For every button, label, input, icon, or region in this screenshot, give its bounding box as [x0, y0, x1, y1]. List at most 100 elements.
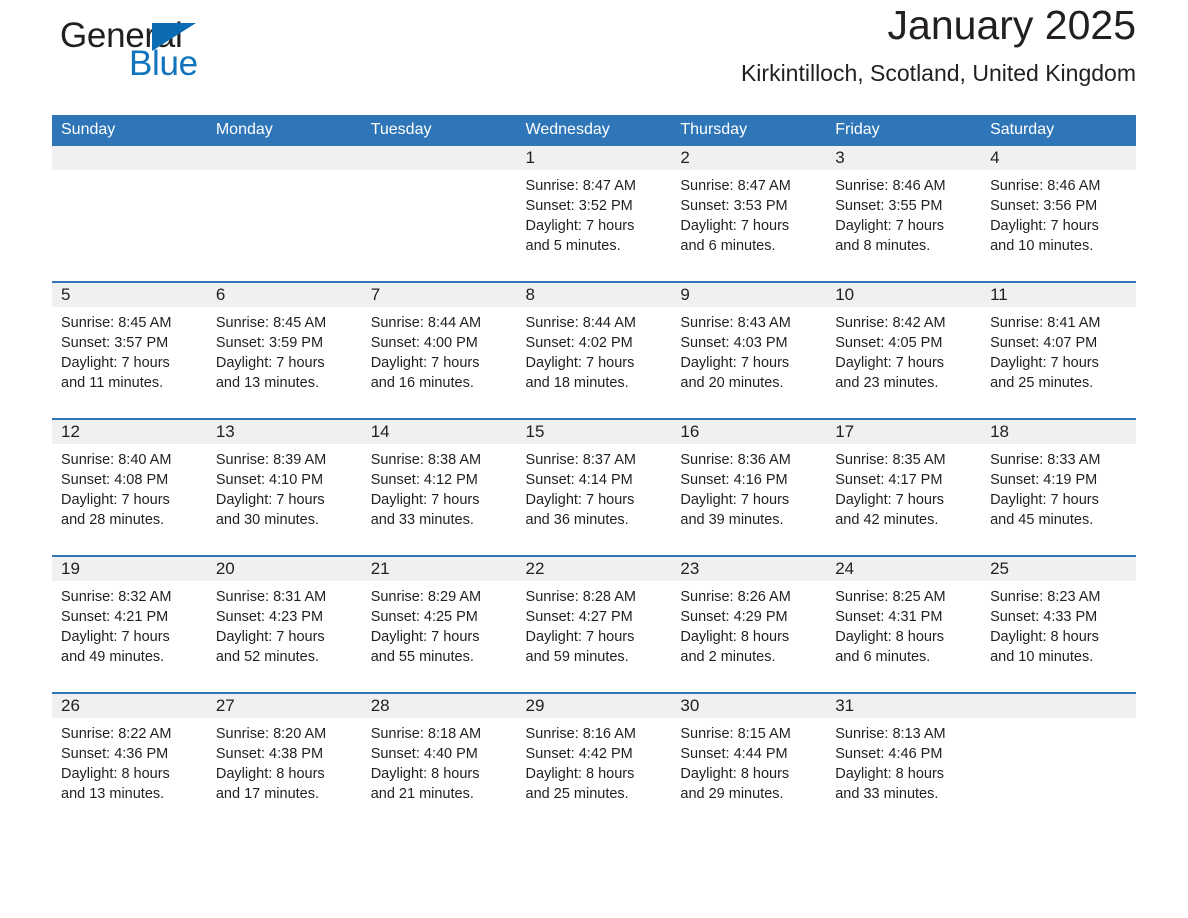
- calendar-day-cell[interactable]: 29 Sunrise: 8:16 AM Sunset: 4:42 PM Dayligh…: [516, 692, 672, 829]
- daylight-text: Daylight: 7 hours: [990, 218, 1099, 234]
- daylight-text: Daylight: 7 hours: [680, 355, 790, 371]
- calendar-day-cell[interactable]: 22 Sunrise: 8:28 AM Sunset: 4:27 PM Dayligh…: [516, 555, 672, 693]
- daylight-text: Daylight: 7 hours: [835, 492, 945, 508]
- calendar-day-cell[interactable]: 18 Sunrise: 8:33 AM Sunset: 4:19 PM Dayligh…: [981, 418, 1136, 556]
- calendar-day-cell[interactable]: 17 Sunrise: 8:35 AM Sunset: 4:17 PM Dayligh…: [826, 418, 982, 556]
- calendar-day-cell[interactable]: 13 Sunrise: 8:39 AM Sunset: 4:10 PM Dayligh…: [206, 418, 362, 556]
- day-number: [361, 146, 517, 170]
- calendar-day-cell[interactable]: 31 Sunrise: 8:13 AM Sunset: 4:46 PM Dayligh…: [826, 692, 982, 829]
- sunrise-text: Sunrise: 8:44 AM: [525, 315, 636, 331]
- calendar-cell-empty: [361, 146, 517, 282]
- calendar-day-cell[interactable]: 4 Sunrise: 8:46 AM Sunset: 3:56 PM Daylight…: [981, 146, 1136, 282]
- sunset-text: Sunset: 4:38 PM: [215, 746, 324, 762]
- sunrise-text: Sunrise: 8:45 AM: [215, 315, 327, 331]
- day-number: 27: [206, 694, 362, 718]
- sunrise-text: Sunrise: 8:31 AM: [215, 589, 327, 605]
- day-number: [52, 146, 207, 170]
- daylight-text: Daylight: 7 hours: [370, 629, 480, 645]
- calendar-day-cell[interactable]: 24 Sunrise: 8:25 AM Sunset: 4:31 PM Dayligh…: [826, 555, 982, 693]
- calendar-day-cell[interactable]: 23 Sunrise: 8:26 AM Sunset: 4:29 PM Dayligh…: [671, 555, 827, 693]
- day-details: Sunrise: 8:39 AM Sunset: 4:10 PM Daylight:…: [207, 444, 362, 530]
- sunrise-sunset-calendar: Sunday Monday Tuesday Wednesday Thursday…: [52, 115, 1136, 829]
- calendar-day-cell[interactable]: 30 Sunrise: 8:15 AM Sunset: 4:44 PM Dayligh…: [671, 692, 827, 829]
- daylight-text-cont: and 42 minutes.: [835, 512, 939, 528]
- calendar-day-cell[interactable]: 3 Sunrise: 8:46 AM Sunset: 3:55 PM Daylight…: [826, 146, 982, 282]
- day-details: Sunrise: 8:31 AM Sunset: 4:23 PM Daylight:…: [207, 581, 362, 667]
- calendar-day-cell[interactable]: 21 Sunrise: 8:29 AM Sunset: 4:25 PM Dayligh…: [361, 555, 517, 693]
- day-number: 4: [981, 146, 1136, 170]
- calendar-week-row: 5 Sunrise: 8:45 AM Sunset: 3:57 PM Daylight…: [52, 281, 1136, 419]
- page-title: January 2025: [887, 2, 1136, 48]
- day-details: Sunrise: 8:45 AM Sunset: 3:57 PM Daylight:…: [52, 307, 207, 393]
- daylight-text: Daylight: 8 hours: [61, 766, 170, 782]
- day-details: Sunrise: 8:46 AM Sunset: 3:55 PM Daylight:…: [826, 170, 981, 256]
- calendar-day-cell[interactable]: 8 Sunrise: 8:44 AM Sunset: 4:02 PM Daylight…: [516, 281, 672, 419]
- sunrise-text: Sunrise: 8:15 AM: [680, 726, 791, 742]
- calendar-day-cell[interactable]: 1 Sunrise: 8:47 AM Sunset: 3:52 PM Daylight…: [516, 146, 672, 282]
- daylight-text: Daylight: 7 hours: [835, 218, 945, 234]
- daylight-text: Daylight: 7 hours: [370, 492, 480, 508]
- daylight-text-cont: and 55 minutes.: [370, 649, 474, 665]
- day-details: Sunrise: 8:26 AM Sunset: 4:29 PM Daylight:…: [671, 581, 826, 667]
- sunset-text: Sunset: 4:16 PM: [680, 472, 788, 488]
- calendar-day-cell[interactable]: 10 Sunrise: 8:42 AM Sunset: 4:05 PM Dayligh…: [826, 281, 982, 419]
- calendar-day-cell[interactable]: 28 Sunrise: 8:18 AM Sunset: 4:40 PM Dayligh…: [361, 692, 517, 829]
- day-number: 5: [52, 283, 207, 307]
- daylight-text-cont: and 52 minutes.: [215, 649, 320, 665]
- sunset-text: Sunset: 4:25 PM: [370, 609, 478, 625]
- sunset-text: Sunset: 4:44 PM: [680, 746, 788, 762]
- daylight-text: Daylight: 7 hours: [525, 629, 635, 645]
- day-number: 23: [671, 557, 827, 581]
- sunset-text: Sunset: 4:02 PM: [525, 335, 633, 351]
- sunset-text: Sunset: 4:33 PM: [990, 609, 1098, 625]
- sunrise-text: Sunrise: 8:47 AM: [680, 178, 791, 194]
- sunset-text: Sunset: 3:53 PM: [680, 198, 788, 214]
- calendar-day-cell[interactable]: 7 Sunrise: 8:44 AM Sunset: 4:00 PM Daylight…: [361, 281, 517, 419]
- calendar-day-cell[interactable]: 25 Sunrise: 8:23 AM Sunset: 4:33 PM Dayligh…: [981, 555, 1136, 693]
- sunrise-text: Sunrise: 8:26 AM: [680, 589, 791, 605]
- day-number: 19: [52, 557, 207, 581]
- calendar-day-cell[interactable]: 27 Sunrise: 8:20 AM Sunset: 4:38 PM Dayligh…: [206, 692, 362, 829]
- calendar-day-cell[interactable]: 19 Sunrise: 8:32 AM Sunset: 4:21 PM Dayligh…: [52, 555, 207, 693]
- daylight-text: Daylight: 7 hours: [990, 492, 1099, 508]
- day-number: 7: [361, 283, 517, 307]
- day-details: Sunrise: 8:16 AM Sunset: 4:42 PM Daylight:…: [517, 718, 672, 804]
- calendar-day-cell[interactable]: 9 Sunrise: 8:43 AM Sunset: 4:03 PM Daylight…: [671, 281, 827, 419]
- calendar-day-cell[interactable]: 14 Sunrise: 8:38 AM Sunset: 4:12 PM Dayligh…: [361, 418, 517, 556]
- sunset-text: Sunset: 4:42 PM: [525, 746, 633, 762]
- sunrise-text: Sunrise: 8:33 AM: [990, 452, 1101, 468]
- day-details: Sunrise: 8:22 AM Sunset: 4:36 PM Daylight:…: [52, 718, 207, 804]
- sunset-text: Sunset: 4:17 PM: [835, 472, 943, 488]
- day-number: 30: [671, 694, 827, 718]
- calendar-day-cell[interactable]: 5 Sunrise: 8:45 AM Sunset: 3:57 PM Daylight…: [52, 281, 207, 419]
- calendar-week-row: 19 Sunrise: 8:32 AM Sunset: 4:21 PM Dayligh…: [52, 555, 1136, 693]
- daylight-text-cont: and 49 minutes.: [61, 649, 165, 665]
- calendar-cell-empty: [52, 146, 207, 282]
- calendar-day-cell[interactable]: 12 Sunrise: 8:40 AM Sunset: 4:08 PM Dayligh…: [52, 418, 207, 556]
- general-blue-logo[interactable]: General Blue: [52, 10, 272, 83]
- weekday-header-monday: Monday: [206, 115, 362, 146]
- daylight-text-cont: and 13 minutes.: [215, 375, 320, 391]
- calendar-day-cell[interactable]: 6 Sunrise: 8:45 AM Sunset: 3:59 PM Daylight…: [206, 281, 362, 419]
- calendar-day-cell[interactable]: 11 Sunrise: 8:41 AM Sunset: 4:07 PM Dayligh…: [981, 281, 1136, 419]
- day-details: Sunrise: 8:45 AM Sunset: 3:59 PM Daylight:…: [207, 307, 362, 393]
- day-details: Sunrise: 8:44 AM Sunset: 4:02 PM Daylight:…: [517, 307, 672, 393]
- sunset-text: Sunset: 4:10 PM: [215, 472, 324, 488]
- calendar-day-cell[interactable]: 16 Sunrise: 8:36 AM Sunset: 4:16 PM Dayligh…: [671, 418, 827, 556]
- day-number: [981, 694, 1136, 718]
- calendar-day-cell[interactable]: 26 Sunrise: 8:22 AM Sunset: 4:36 PM Dayligh…: [52, 692, 207, 829]
- daylight-text: Daylight: 7 hours: [680, 218, 790, 234]
- daylight-text-cont: and 21 minutes.: [370, 786, 474, 802]
- day-number: 13: [206, 420, 362, 444]
- sunrise-text: Sunrise: 8:46 AM: [990, 178, 1101, 194]
- daylight-text-cont: and 29 minutes.: [680, 786, 784, 802]
- sunset-text: Sunset: 4:07 PM: [990, 335, 1098, 351]
- calendar-day-cell[interactable]: 20 Sunrise: 8:31 AM Sunset: 4:23 PM Dayligh…: [206, 555, 362, 693]
- daylight-text: Daylight: 7 hours: [525, 492, 635, 508]
- sunrise-text: Sunrise: 8:42 AM: [835, 315, 946, 331]
- daylight-text: Daylight: 8 hours: [990, 629, 1099, 645]
- day-details: Sunrise: 8:44 AM Sunset: 4:00 PM Daylight:…: [362, 307, 517, 393]
- calendar-day-cell[interactable]: 2 Sunrise: 8:47 AM Sunset: 3:53 PM Daylight…: [671, 146, 827, 282]
- calendar-day-cell[interactable]: 15 Sunrise: 8:37 AM Sunset: 4:14 PM Dayligh…: [516, 418, 672, 556]
- sunset-text: Sunset: 4:31 PM: [835, 609, 943, 625]
